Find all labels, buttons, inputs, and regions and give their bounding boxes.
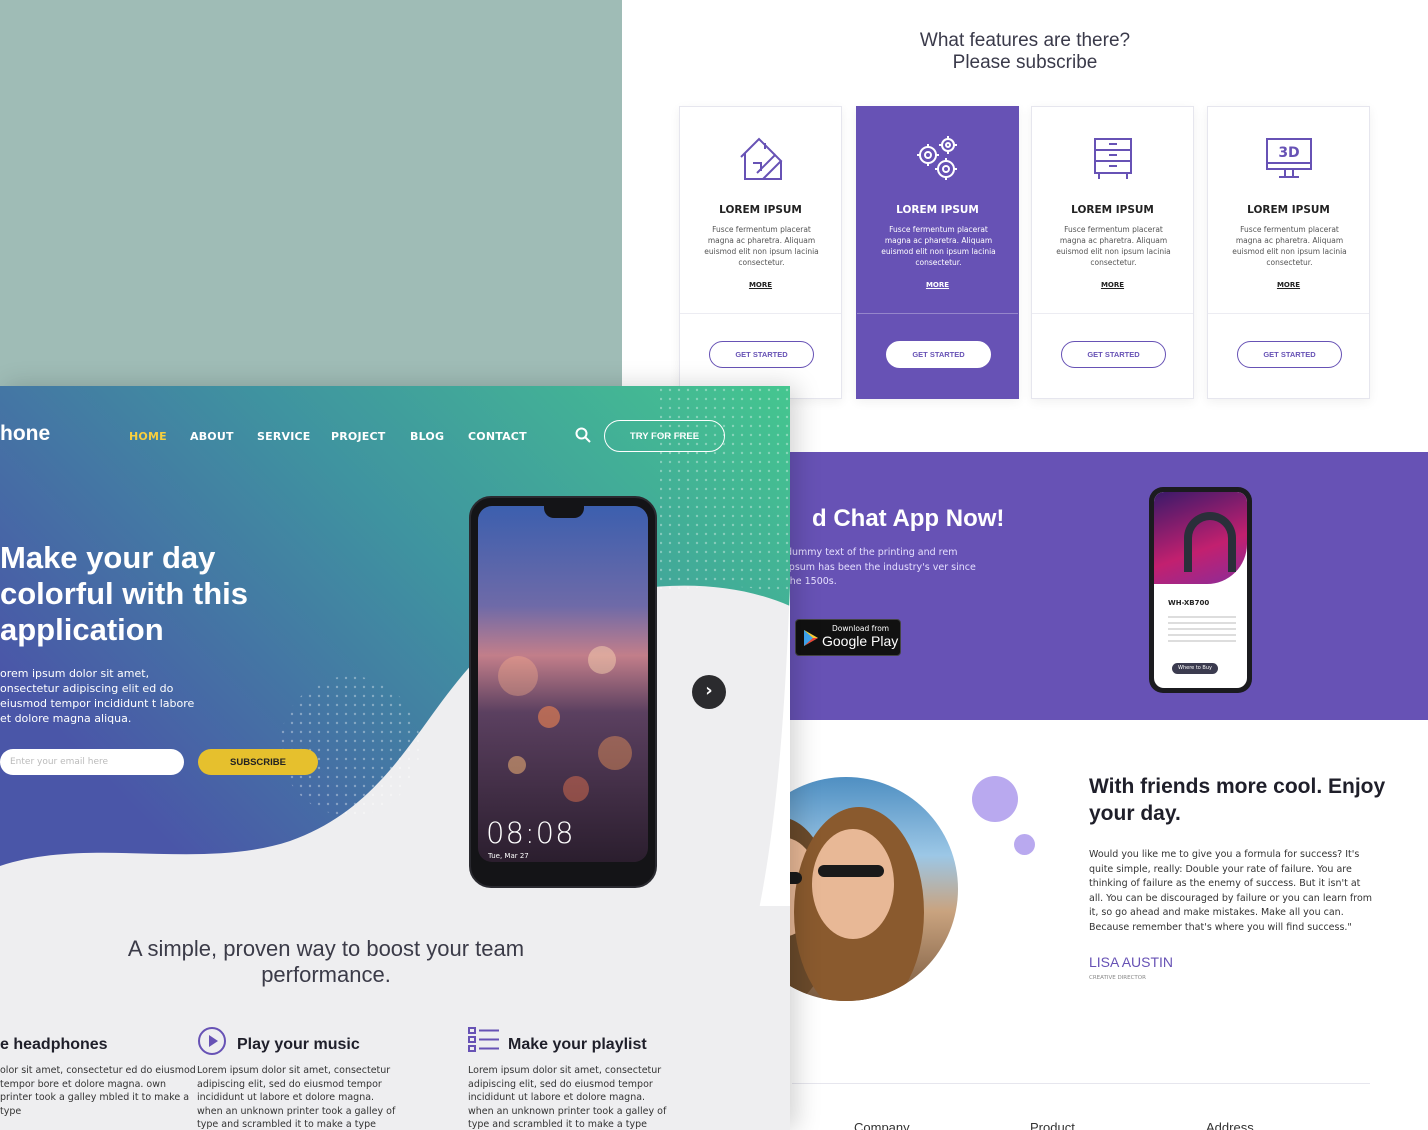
nav-blog[interactable]: BLOG xyxy=(410,430,444,443)
feature-card-3: LOREM IPSUM Fusce fermentum placerat mag… xyxy=(1031,106,1194,399)
hero-text: orem ipsum dolor sit amet, onsectetur ad… xyxy=(0,667,195,725)
next-slide-button[interactable]: › xyxy=(692,675,726,709)
features-heading-line1: What features are there? xyxy=(919,30,1131,51)
more-link[interactable]: MORE xyxy=(1208,281,1369,289)
landing-page-hero: hone HOME ABOUT SERVICE PROJECT BLOG CON… xyxy=(0,386,790,1130)
more-link[interactable]: MORE xyxy=(680,281,841,289)
house-blueprint-icon xyxy=(739,137,782,180)
get-started-button[interactable]: GET STARTED xyxy=(709,341,814,368)
get-started-button[interactable]: GET STARTED xyxy=(1061,341,1166,368)
features-heading-line2: Please subscribe xyxy=(952,52,1098,73)
google-play-button[interactable]: Download from Google Play xyxy=(795,619,901,656)
brand-logo[interactable]: hone xyxy=(0,422,50,446)
feature-card-desc: Fusce fermentum placerat magna ac pharet… xyxy=(704,225,819,267)
footer-address: Address xyxy=(1206,1120,1254,1130)
phone-screen: 08:08 Tue, Mar 27 xyxy=(478,506,648,862)
feature-text: olor sit amet, consectetur ed do eiusmod… xyxy=(0,1065,196,1117)
cabinet-icon xyxy=(1093,138,1132,179)
nav-home[interactable]: HOME xyxy=(129,430,167,443)
more-link[interactable]: MORE xyxy=(1032,281,1193,289)
feature-text: Lorem ipsum dolor sit amet, consectetur … xyxy=(197,1065,396,1130)
feature-card-title: LOREM IPSUM xyxy=(1247,204,1330,216)
testimonial-title: With friends more cool. Enjoy your day. xyxy=(1089,775,1386,825)
feature-card-2: LOREM IPSUM Fusce fermentum placerat mag… xyxy=(856,106,1019,399)
nav-contact[interactable]: CONTACT xyxy=(468,430,527,443)
store-name: Google Play xyxy=(822,633,899,649)
more-link[interactable]: MORE xyxy=(857,281,1018,289)
chevron-right-icon: › xyxy=(705,680,713,701)
feature-title: Play your music xyxy=(237,1036,360,1053)
phone-mockup-product: WH-XB700 Where to Buy xyxy=(1149,487,1252,693)
footer-product: Product xyxy=(1030,1120,1075,1130)
phone-mockup-hero: 08:08 Tue, Mar 27 xyxy=(469,496,657,888)
testimonial-author: LISA AUSTIN xyxy=(1089,954,1174,970)
feature-card-title: LOREM IPSUM xyxy=(719,204,802,216)
sunglasses xyxy=(818,865,884,877)
feature-card-desc: Fusce fermentum placerat magna ac pharet… xyxy=(881,225,996,267)
feature-card-4: 3D LOREM IPSUM Fusce fermentum placerat … xyxy=(1207,106,1370,399)
play-circle-icon xyxy=(198,1027,226,1055)
testimonial-text: Would you like me to give you a formula … xyxy=(1089,849,1373,933)
search-icon[interactable] xyxy=(575,427,591,443)
feature-title: Make your playlist xyxy=(508,1036,647,1053)
get-started-button[interactable]: GET STARTED xyxy=(1237,341,1342,368)
footer-divider xyxy=(792,1083,1370,1084)
nav-about[interactable]: ABOUT xyxy=(190,430,234,443)
phone-screen: WH-XB700 Where to Buy xyxy=(1154,492,1247,688)
feature-card-title: LOREM IPSUM xyxy=(1071,204,1154,216)
playlist-icon xyxy=(468,1027,499,1052)
subscribe-button[interactable]: SUBSCRIBE xyxy=(198,749,318,775)
testimonial-role: CREATIVE DIRECTOR xyxy=(1089,975,1146,981)
card-divider xyxy=(680,313,841,314)
decorative-bubble xyxy=(972,776,1018,822)
phone-notch xyxy=(544,506,584,518)
google-play-icon xyxy=(804,630,818,646)
feature-card-title: LOREM IPSUM xyxy=(896,204,979,216)
footer-company: Company xyxy=(854,1120,910,1130)
email-input[interactable] xyxy=(0,749,184,775)
gears-icon xyxy=(916,136,957,180)
try-for-free-button[interactable]: TRY FOR FREE xyxy=(604,420,725,452)
where-to-buy-button[interactable]: Where to Buy xyxy=(1172,663,1218,674)
nav-service[interactable]: SERVICE xyxy=(257,430,311,443)
chat-app-title: d Chat App Now! xyxy=(812,505,1005,532)
product-model: WH-XB700 xyxy=(1168,599,1210,607)
get-started-button[interactable]: GET STARTED xyxy=(886,341,991,368)
card-divider xyxy=(857,313,1018,314)
feature-title: e headphones xyxy=(0,1036,108,1053)
feature-card-1: LOREM IPSUM Fusce fermentum placerat mag… xyxy=(679,106,842,399)
feature-text: Lorem ipsum dolor sit amet, consectetur … xyxy=(468,1065,667,1130)
card-divider xyxy=(1032,313,1193,314)
3d-monitor-icon: 3D xyxy=(1265,138,1312,178)
chat-app-text: dummy text of the printing and rem Ipsum… xyxy=(786,547,976,587)
feature-card-desc: Fusce fermentum placerat magna ac pharet… xyxy=(1056,225,1171,267)
features-heading: What features are there? Please subscrib… xyxy=(622,30,1428,74)
phone-date: Tue, Mar 27 xyxy=(488,852,529,860)
card-divider xyxy=(1208,313,1369,314)
headphones-icon xyxy=(1184,512,1236,572)
decorative-bubble xyxy=(1014,834,1035,855)
hero-title: Make your day colorful with this applica… xyxy=(0,540,248,647)
store-caption: Download from xyxy=(832,624,890,633)
nav-project[interactable]: PROJECT xyxy=(331,430,385,443)
3d-label: 3D xyxy=(1278,145,1299,161)
section-title: A simple, proven way to boost your team … xyxy=(127,936,525,987)
feature-card-desc: Fusce fermentum placerat magna ac pharet… xyxy=(1232,225,1347,267)
phone-clock: 08:08 xyxy=(486,816,575,850)
product-description xyxy=(1168,616,1236,644)
